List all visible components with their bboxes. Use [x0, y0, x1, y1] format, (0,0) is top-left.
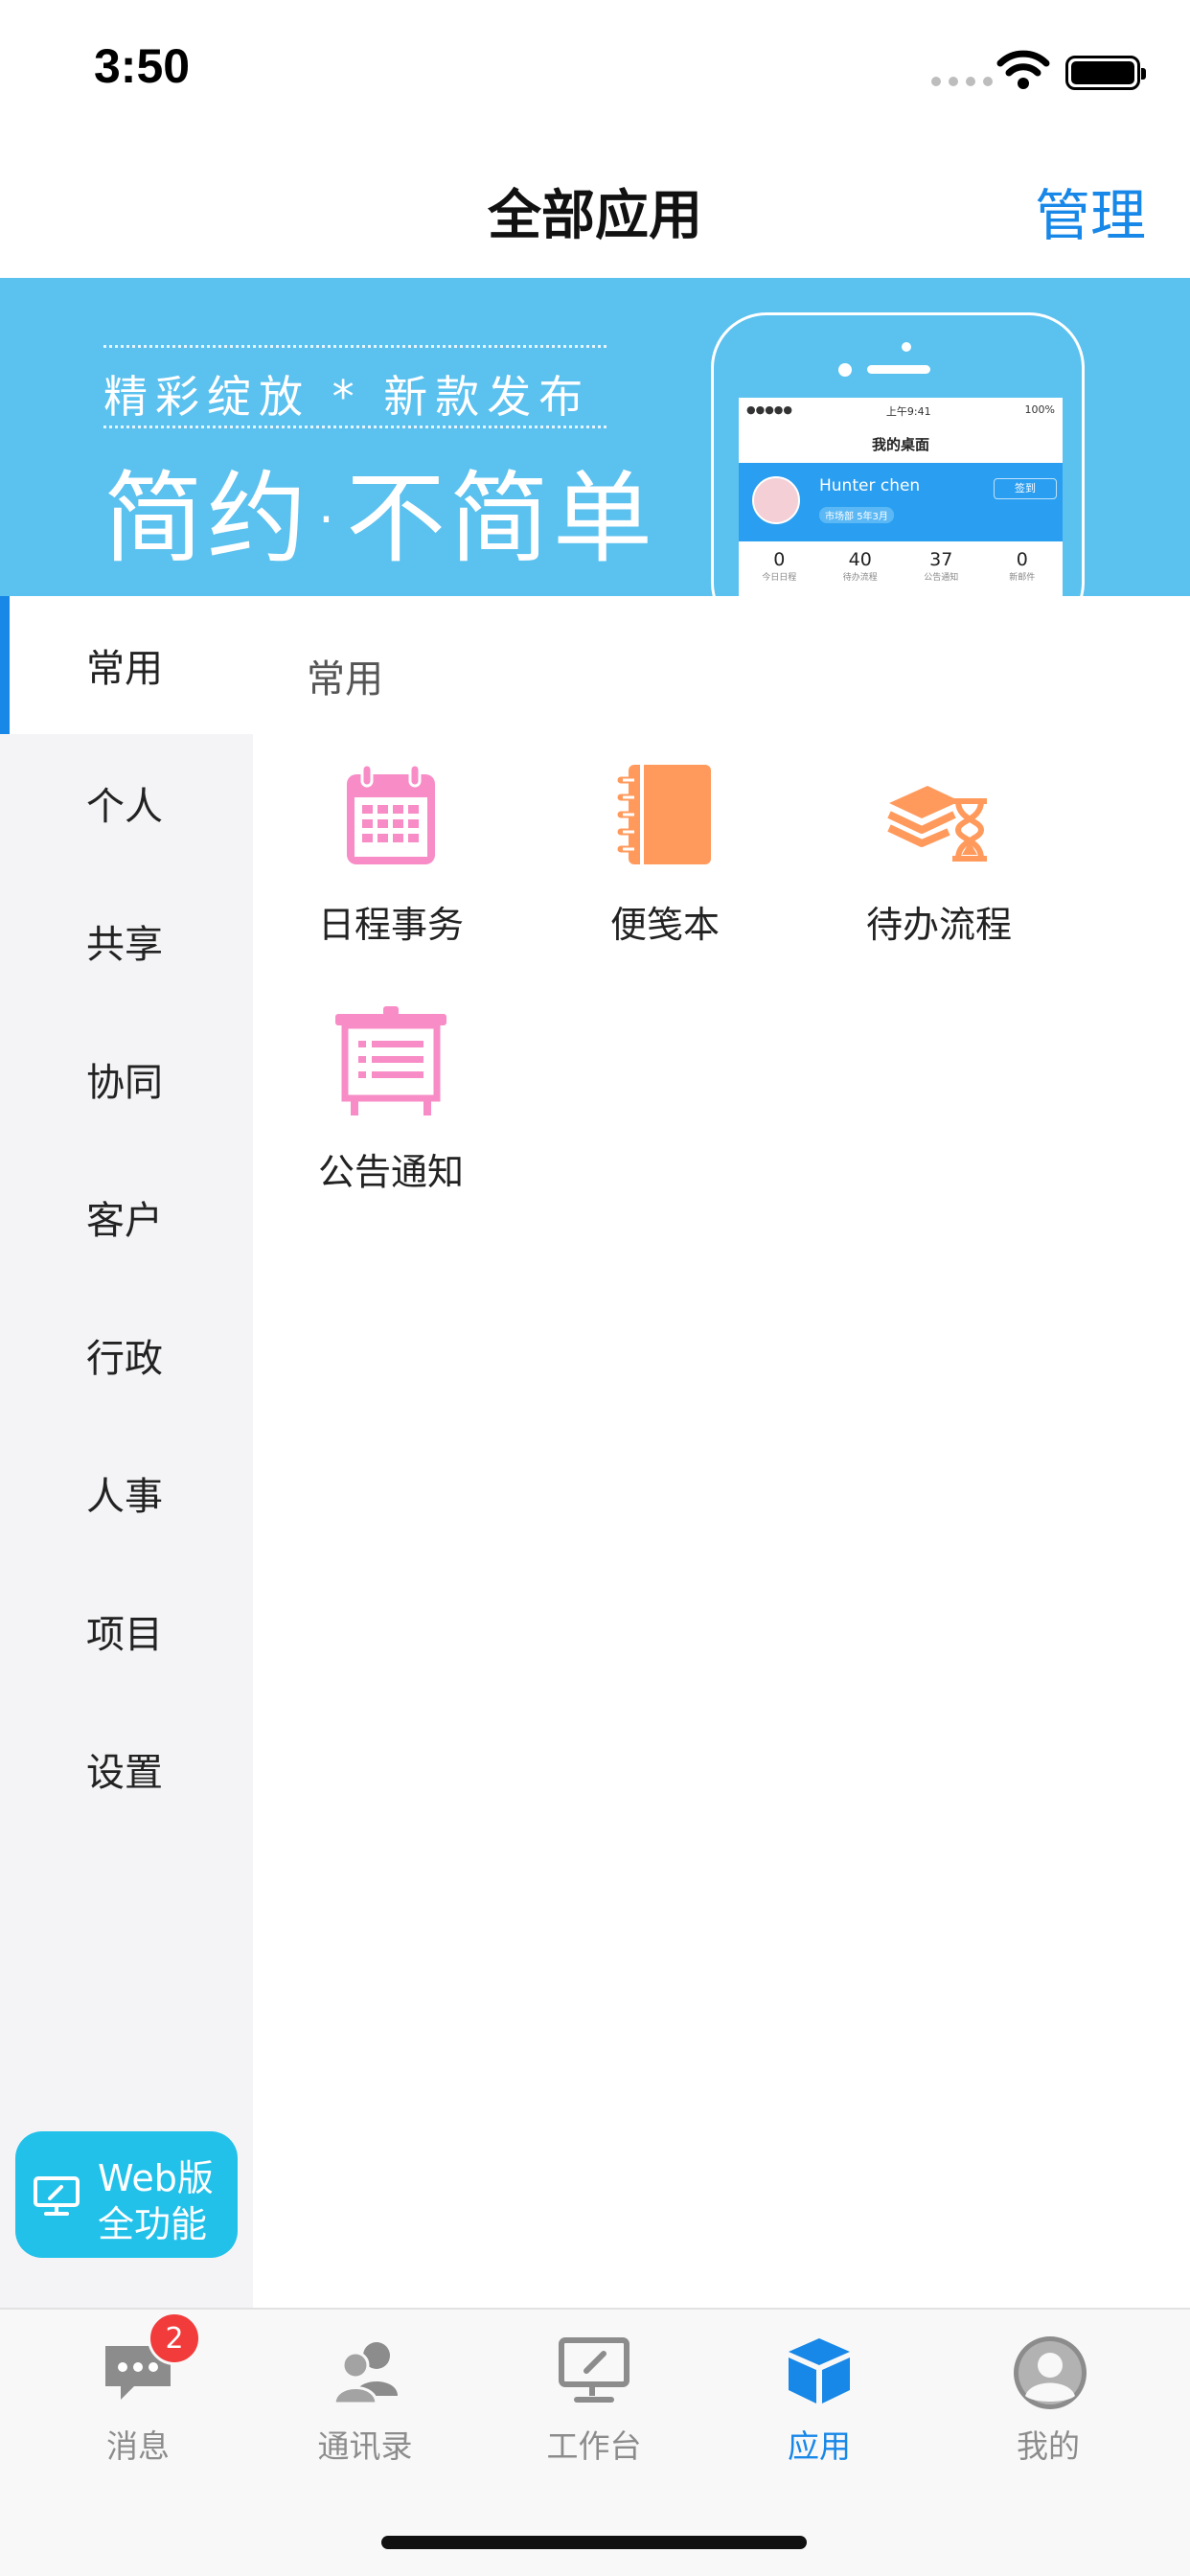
sidebar-item-collaboration[interactable]: 协同 [0, 1010, 253, 1148]
phone-battery: 100% [1024, 403, 1055, 416]
tab-label: 我的 [1017, 2427, 1080, 2465]
sidebar-item-hr[interactable]: 人事 [0, 1424, 253, 1562]
app-label: 待办流程 [865, 904, 1012, 946]
tab-label: 通讯录 [317, 2427, 413, 2465]
full-feature-label: 全功能 [98, 2203, 208, 2245]
notebook-icon [607, 759, 722, 874]
user-avatar-icon [1010, 2333, 1087, 2409]
phone-tag: 市场部 5年3月 [819, 507, 894, 523]
tab-apps[interactable]: 应用 [723, 2333, 915, 2467]
wifi-icon [996, 48, 1050, 94]
app-label: 公告通知 [317, 1151, 464, 1193]
noticeboard-icon [333, 1006, 448, 1121]
page-title: 全部应用 [488, 185, 702, 247]
phone-stats: 0 今日日程 40 待办流程 37 公告通知 0 新邮件 [762, 549, 1036, 583]
promo-banner[interactable]: 精彩绽放 * 新款发布 简约·不简单 ●●●●● 上午9:41 100% 我的桌面… [0, 278, 1190, 596]
cube-icon [781, 2333, 858, 2409]
tab-workbench[interactable]: 工作台 [498, 2333, 690, 2467]
phone-carrier: ●●●●● [746, 403, 792, 416]
tab-label: 消息 [106, 2427, 170, 2465]
tab-label: 工作台 [546, 2427, 642, 2465]
tab-contacts[interactable]: 通讯录 [269, 2333, 461, 2467]
phone-mockup: ●●●●● 上午9:41 100% 我的桌面 Hunter chen 市场部 5年… [711, 312, 1085, 596]
monitor-icon [33, 2175, 80, 2221]
banner-divider [103, 426, 606, 428]
phone-signin-button: 签到 [994, 478, 1057, 499]
section-title: 常用 [307, 657, 383, 702]
app-pending-process[interactable]: 待办流程 [834, 759, 1044, 948]
desktop-icon [556, 2333, 632, 2409]
signal-icon [931, 77, 993, 86]
layers-hourglass-icon [881, 759, 996, 874]
unread-badge: 2 [148, 2312, 201, 2365]
app-label: 日程事务 [317, 904, 464, 946]
phone-clock: 上午9:41 [885, 405, 931, 418]
phone-screen: ●●●●● 上午9:41 100% 我的桌面 Hunter chen 市场部 5年… [739, 398, 1063, 596]
sidebar-item-settings[interactable]: 设置 [0, 1700, 253, 1838]
banner-divider [103, 345, 606, 348]
battery-icon [1065, 56, 1146, 90]
web-version-label: Web版 [98, 2157, 214, 2199]
sidebar-item-personal[interactable]: 个人 [0, 734, 253, 872]
avatar [752, 476, 800, 524]
tab-label: 应用 [788, 2427, 851, 2465]
sidebar-item-admin[interactable]: 行政 [0, 1286, 253, 1424]
category-sidebar: 常用 个人 共享 协同 客户 行政 人事 项目 设置 [0, 596, 253, 2308]
contacts-icon [327, 2333, 403, 2409]
sidebar-item-common[interactable]: 常用 [0, 596, 253, 734]
phone-title: 我的桌面 [871, 436, 929, 453]
app-notebook[interactable]: 便笺本 [560, 759, 770, 948]
app-schedule[interactable]: 日程事务 [286, 759, 496, 948]
sidebar-item-shared[interactable]: 共享 [0, 872, 253, 1010]
sidebar-item-project[interactable]: 项目 [0, 1562, 253, 1700]
banner-headline: 简约·不简单 [103, 460, 657, 577]
app-label: 便笺本 [609, 904, 720, 946]
banner-subtitle: 精彩绽放 * 新款发布 [103, 371, 591, 423]
app-announcement[interactable]: 公告通知 [286, 1006, 496, 1195]
status-time: 3:50 [94, 39, 191, 93]
calendar-icon [333, 759, 448, 874]
chat-bubble-icon: 2 [100, 2312, 201, 2409]
web-version-button[interactable]: Web版 全功能 [15, 2131, 238, 2258]
phone-user: Hunter chen [819, 476, 921, 495]
tab-profile[interactable]: 我的 [952, 2333, 1144, 2467]
tab-messages[interactable]: 2 消息 [42, 2312, 234, 2467]
phone-profile: Hunter chen 市场部 5年3月 签到 [739, 463, 1063, 541]
home-indicator [381, 2536, 807, 2549]
sidebar-item-customer[interactable]: 客户 [0, 1148, 253, 1286]
manage-button[interactable]: 管理 [1035, 171, 1146, 251]
